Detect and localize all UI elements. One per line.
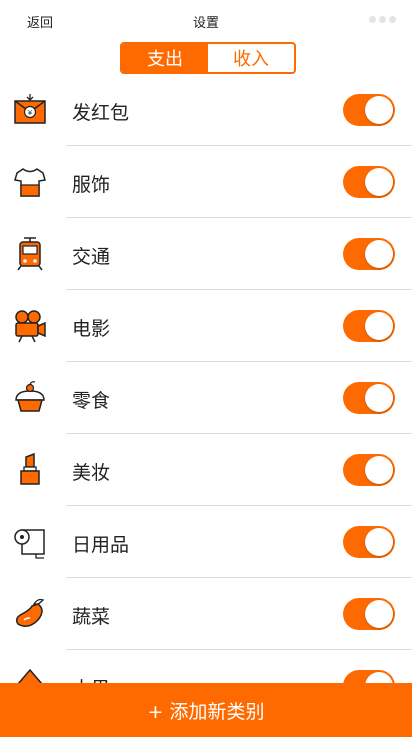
list-item: ¥ 发红包 bbox=[0, 74, 412, 146]
segmented-control: 支出 收入 bbox=[120, 42, 296, 74]
list-item: 美妆 bbox=[0, 434, 412, 506]
category-label: 日用品 bbox=[72, 534, 130, 556]
list-item: 日用品 bbox=[0, 506, 412, 578]
list-item: 零食 bbox=[0, 362, 412, 434]
header: 返回 设置 支出 收入 bbox=[0, 0, 412, 82]
category-label: 服饰 bbox=[72, 174, 111, 196]
category-toggle[interactable] bbox=[343, 310, 395, 342]
red-envelope-icon: ¥ bbox=[12, 92, 48, 128]
eggplant-icon bbox=[12, 596, 48, 632]
category-label: 电影 bbox=[72, 318, 111, 340]
category-label: 蔬菜 bbox=[72, 606, 111, 628]
tissue-roll-icon bbox=[12, 524, 48, 560]
page-title: 设置 bbox=[192, 16, 219, 31]
movie-camera-icon bbox=[12, 308, 48, 344]
category-list: ¥ 发红包 服饰 交通 电影 零食 美妆 日用品 蔬菜 bbox=[0, 74, 412, 722]
category-label: 美妆 bbox=[72, 462, 111, 484]
list-item: 蔬菜 bbox=[0, 578, 412, 650]
category-toggle[interactable] bbox=[343, 526, 395, 558]
category-label: 发红包 bbox=[72, 102, 130, 124]
svg-text:¥: ¥ bbox=[28, 109, 33, 117]
tab-income[interactable]: 收入 bbox=[208, 44, 294, 72]
add-category-button[interactable]: + 添加新类别 bbox=[0, 683, 412, 737]
category-toggle[interactable] bbox=[343, 598, 395, 630]
more-menu-icon[interactable] bbox=[369, 16, 396, 23]
category-toggle[interactable] bbox=[343, 454, 395, 486]
list-item: 服饰 bbox=[0, 146, 412, 218]
category-toggle[interactable] bbox=[343, 166, 395, 198]
list-item: 交通 bbox=[0, 218, 412, 290]
category-label: 零食 bbox=[72, 390, 111, 412]
cupcake-icon bbox=[12, 380, 48, 416]
tab-expense[interactable]: 支出 bbox=[122, 44, 208, 72]
category-toggle[interactable] bbox=[343, 382, 395, 414]
category-toggle[interactable] bbox=[343, 94, 395, 126]
tram-icon bbox=[12, 236, 48, 272]
category-label: 交通 bbox=[72, 246, 111, 268]
list-item: 电影 bbox=[0, 290, 412, 362]
tshirt-icon bbox=[12, 164, 48, 200]
category-toggle[interactable] bbox=[343, 238, 395, 270]
lipstick-icon bbox=[12, 452, 48, 488]
